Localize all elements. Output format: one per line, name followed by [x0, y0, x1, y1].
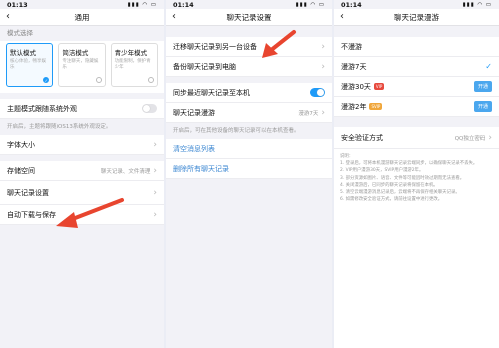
auto-download-row[interactable]: 自动下载与保存 › [0, 205, 164, 225]
page-title: 通用 [74, 12, 90, 22]
mode-section-header: 模式选择 [7, 29, 33, 37]
roam-label: 聊天记录漫游 [173, 108, 215, 117]
desc-line: 2. VIP用户漫游30天，SVIP用户漫游2年。 [340, 168, 424, 174]
storage-label: 存储空间 [7, 166, 35, 175]
status-time: 01:14 [341, 0, 362, 9]
option-label: 不漫游 [341, 42, 362, 51]
check-icon: ✓ [485, 62, 492, 71]
signal-wifi-battery-icon: ▮▮▮ ◠ ▭ [127, 1, 157, 8]
font-size-row[interactable]: 字体大小 › [0, 135, 164, 155]
status-time: 01:14 [173, 0, 194, 9]
status-bar: 01:14 ▮▮▮ ◠ ▭ [166, 0, 332, 9]
mode-title: 默认模式 [10, 49, 36, 57]
status-bar: 01:14 ▮▮▮ ◠ ▭ [334, 0, 499, 9]
desc-line: 1. 登录后，可将本机漫游聊天记录云端同步，以确保聊天记录不丢失。 [340, 161, 478, 167]
general-settings-screen: 01:13 ▮▮▮ ◠ ▭ ‹ 通用 模式选择 默认模式 核心体验，畅享娱乐 ✓… [0, 0, 164, 348]
security-row[interactable]: 安全验证方式 QQ独立密码 › [334, 127, 499, 149]
status-time: 01:13 [7, 0, 28, 9]
migrate-row[interactable]: 迁移聊天记录到另一台设备 › [166, 37, 332, 57]
chat-settings-row[interactable]: 聊天记录设置 › [0, 181, 164, 205]
svip-badge: SVIP [369, 103, 383, 110]
font-size-label: 字体大小 [7, 140, 35, 149]
mode-teen[interactable]: 青少年模式 功能限制，保护青少年 [110, 43, 158, 87]
backup-label: 备份聊天记录到电脑 [173, 62, 236, 71]
security-label: 安全验证方式 [341, 133, 383, 142]
chevron-right-icon: › [153, 209, 157, 220]
radio-icon [147, 77, 154, 83]
theme-follow-row: 主题模式跟随系统外观 [0, 99, 164, 119]
vip-badge: VIP [373, 83, 385, 90]
roam-row[interactable]: 聊天记录漫游 漫游7天 › [166, 103, 332, 123]
back-icon[interactable]: ‹ [172, 11, 176, 22]
page-title: 聊天记录设置 [226, 12, 272, 22]
mode-title: 简洁模式 [62, 49, 89, 57]
page-title: 聊天记录漫游 [394, 12, 439, 22]
desc-line: 4. 关闭漫游后，已同步的聊天记录将保留在本机。 [340, 182, 438, 188]
option-no-roam[interactable]: 不漫游 [334, 37, 499, 57]
nav-bar: ‹ 通用 [0, 9, 164, 26]
mode-desc: 功能限制，保护青少年 [114, 59, 151, 70]
desc-line: 3. 部分资源如图片、语音、文件等可能因时效过期而无法查看。 [340, 175, 465, 181]
auto-download-label: 自动下载与保存 [7, 210, 56, 219]
clear-list-link[interactable]: 清空消息列表 [166, 139, 332, 159]
theme-follow-toggle[interactable] [142, 104, 157, 113]
backup-row[interactable]: 备份聊天记录到电脑 › [166, 57, 332, 77]
signal-wifi-battery-icon: ▮▮▮ ◠ ▭ [295, 1, 325, 8]
migrate-label: 迁移聊天记录到另一台设备 [173, 42, 257, 51]
mode-default[interactable]: 默认模式 核心体验，畅享娱乐 ✓ [6, 43, 54, 87]
radio-checked-icon: ✓ [43, 77, 50, 83]
chevron-right-icon: › [153, 165, 157, 176]
chevron-right-icon: › [321, 61, 325, 72]
mode-desc: 核心体验，畅享娱乐 [10, 59, 46, 70]
chevron-right-icon: › [488, 132, 492, 143]
nav-bar: ‹ 聊天记录设置 [166, 9, 332, 26]
desc-title: 说明： [340, 154, 354, 159]
sync-label: 同步最近聊天记录至本机 [173, 88, 250, 97]
option-label: 漫游2年 [341, 102, 367, 111]
chat-settings-label: 聊天记录设置 [7, 188, 49, 197]
option-label: 漫游30天 [341, 82, 371, 91]
back-icon[interactable]: ‹ [340, 11, 344, 22]
mode-simple[interactable]: 简洁模式 专注聊天，隐藏娱乐 [58, 43, 106, 87]
desc-line: 5. 清空云端漫游消息记录后，云端将不再保存相关聊天记录。 [340, 190, 460, 196]
signal-wifi-battery-icon: ▮▮▮ ◠ ▭ [462, 1, 492, 8]
storage-row[interactable]: 存储空间 聊天记录、文件清理 › [0, 161, 164, 181]
chevron-right-icon: › [321, 41, 325, 52]
mode-desc: 专注聊天，隐藏娱乐 [62, 59, 99, 70]
sync-row: 同步最近聊天记录至本机 [166, 83, 332, 103]
desc-line: 6. 如需修改安全验证方式，请前往设置中进行更改。 [340, 197, 443, 203]
roam-value: 漫游7天 [298, 110, 319, 117]
mode-title: 青少年模式 [114, 49, 148, 57]
theme-follow-label: 主题模式跟随系统外观 [7, 104, 77, 113]
sync-toggle[interactable] [310, 88, 325, 97]
chevron-right-icon: › [321, 107, 325, 118]
chevron-right-icon: › [153, 187, 157, 198]
back-icon[interactable]: ‹ [6, 11, 10, 22]
security-value: QQ独立密码 [454, 135, 486, 142]
open-vip-button[interactable]: 开通 [473, 81, 492, 92]
open-svip-button[interactable]: 开通 [473, 101, 492, 112]
roam-note: 开启后，可在其他设备的聊天记录可以在本机查看。 [173, 128, 300, 134]
roaming-description: 说明： 1. 登录后，可将本机漫游聊天记录云端同步，以确保聊天记录不丢失。 2.… [334, 149, 499, 348]
option-roam-2y[interactable]: 漫游2年 SVIP 开通 [334, 97, 499, 117]
option-roam-30[interactable]: 漫游30天 VIP 开通 [334, 77, 499, 97]
option-roam-7[interactable]: 漫游7天 ✓ [334, 57, 499, 77]
option-label: 漫游7天 [341, 62, 367, 71]
nav-bar: ‹ 聊天记录漫游 [334, 9, 499, 26]
theme-note: 开启后，主题将跟随iOS13系统外观设定。 [7, 124, 112, 130]
mode-selector: 默认模式 核心体验，畅享娱乐 ✓ 简洁模式 专注聊天，隐藏娱乐 青少年模式 功能… [0, 41, 164, 93]
storage-value: 聊天记录、文件清理 [100, 168, 151, 175]
status-bar: 01:13 ▮▮▮ ◠ ▭ [0, 0, 164, 9]
chevron-right-icon: › [153, 139, 157, 150]
radio-icon [95, 77, 102, 83]
delete-all-link[interactable]: 删除所有聊天记录 [166, 159, 332, 179]
chat-record-settings-screen: 01:14 ▮▮▮ ◠ ▭ ‹ 聊天记录设置 迁移聊天记录到另一台设备 › 备份… [166, 0, 332, 348]
roaming-screen: 01:14 ▮▮▮ ◠ ▭ ‹ 聊天记录漫游 不漫游 漫游7天 ✓ 漫游30天 V… [334, 0, 499, 348]
